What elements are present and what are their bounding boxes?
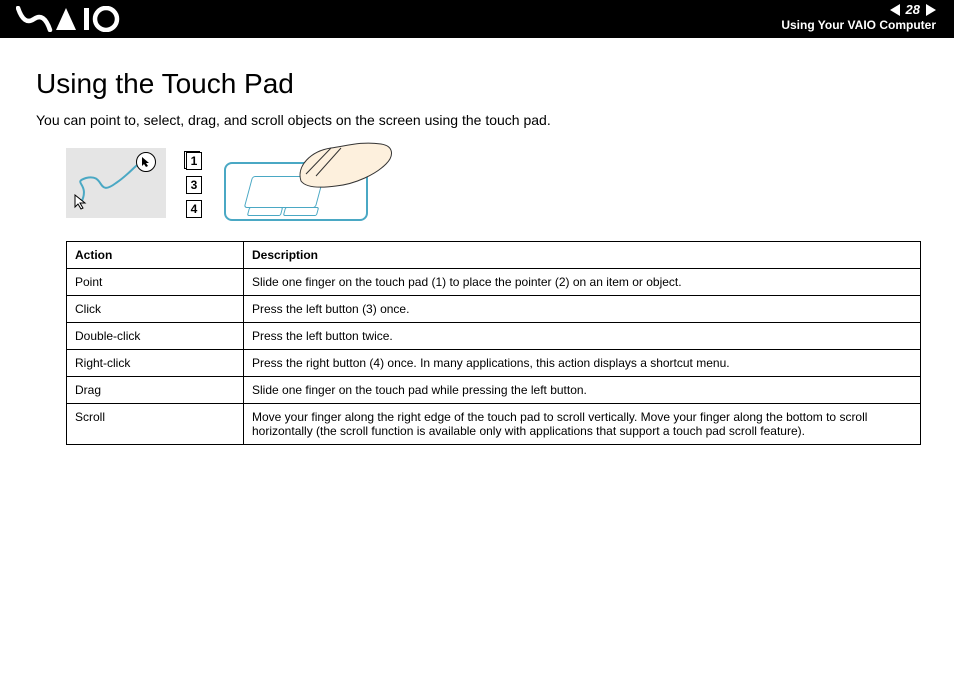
figure-touchpad: 1 3 4 (186, 148, 384, 223)
table-row: DragSlide one finger on the touch pad wh… (67, 377, 921, 404)
table-header-action: Action (67, 242, 244, 269)
page-title: Using the Touch Pad (36, 68, 924, 100)
cell-description: Press the left button (3) once. (244, 296, 921, 323)
cell-description: Slide one finger on the touch pad (1) to… (244, 269, 921, 296)
cell-action: Double-click (67, 323, 244, 350)
touchpad-left-button (247, 207, 283, 216)
section-title: Using Your VAIO Computer (781, 18, 936, 32)
page-number: 28 (906, 2, 920, 17)
cell-action: Right-click (67, 350, 244, 377)
table-row: Double-clickPress the left button twice. (67, 323, 921, 350)
cell-action: Scroll (67, 404, 244, 445)
callout-3: 3 (186, 176, 202, 194)
intro-text: You can point to, select, drag, and scro… (36, 112, 924, 128)
prev-page-arrow[interactable] (890, 4, 900, 16)
cell-action: Drag (67, 377, 244, 404)
figure-pointer: 2 (66, 148, 166, 218)
cell-description: Slide one finger on the touch pad while … (244, 377, 921, 404)
figure-row: 2 1 3 4 (66, 148, 924, 223)
callout-4: 4 (186, 200, 202, 218)
actions-table: Action Description PointSlide one finger… (66, 241, 921, 445)
cell-description: Move your finger along the right edge of… (244, 404, 921, 445)
pointer-target-icon (136, 152, 156, 172)
page-content: Using the Touch Pad You can point to, se… (0, 38, 954, 445)
vaio-logo (16, 6, 136, 32)
cell-action: Click (67, 296, 244, 323)
touchpad-right-button (283, 207, 319, 216)
table-row: ClickPress the left button (3) once. (67, 296, 921, 323)
cell-description: Press the left button twice. (244, 323, 921, 350)
table-row: ScrollMove your finger along the right e… (67, 404, 921, 445)
table-header-description: Description (244, 242, 921, 269)
cell-action: Point (67, 269, 244, 296)
callout-1: 1 (186, 152, 202, 170)
next-page-arrow[interactable] (926, 4, 936, 16)
table-row: PointSlide one finger on the touch pad (… (67, 269, 921, 296)
cell-description: Press the right button (4) once. In many… (244, 350, 921, 377)
cursor-icon (74, 194, 88, 210)
table-row: Right-clickPress the right button (4) on… (67, 350, 921, 377)
page-header: 28 Using Your VAIO Computer (0, 0, 954, 38)
hand-icon (286, 136, 396, 191)
